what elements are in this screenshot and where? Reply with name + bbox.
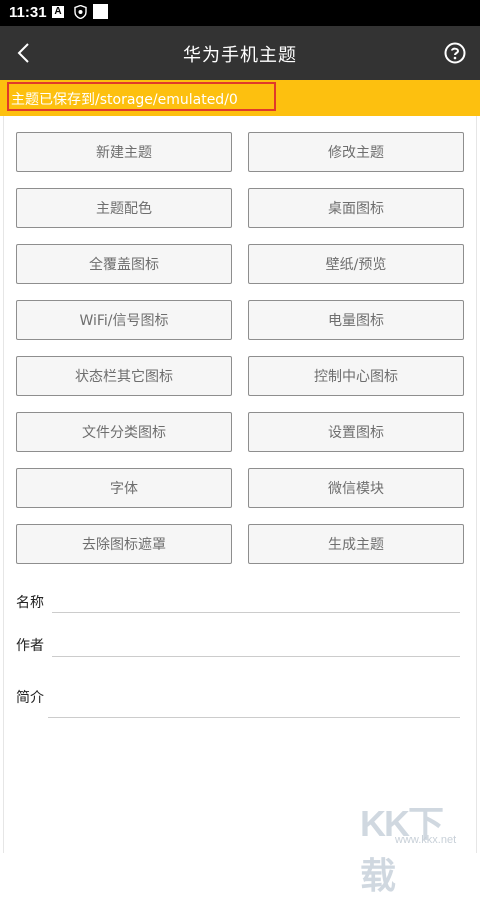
wechat-module-button[interactable]: 微信模块 [248,468,464,508]
notice-bar: 主题已保存到/storage/emulated/0 [0,80,480,116]
kk-download-watermark: KK下载 www.kkx.net [360,795,475,896]
full-cover-icons-button[interactable]: 全覆盖图标 [16,244,232,284]
author-input[interactable] [52,656,460,657]
wifi-signal-icons-button[interactable]: WiFi/信号图标 [16,300,232,340]
new-theme-button[interactable]: 新建主题 [16,132,232,172]
remove-icon-mask-button[interactable]: 去除图标遮罩 [16,524,232,564]
battery-icons-button[interactable]: 电量图标 [248,300,464,340]
notice-text: 主题已保存到/storage/emulated/0 [11,92,238,108]
desktop-icons-button[interactable]: 桌面图标 [248,188,464,228]
intro-input[interactable] [48,717,460,718]
theme-color-button[interactable]: 主题配色 [16,188,232,228]
statusbar-other-icons-button[interactable]: 状态栏其它图标 [16,356,232,396]
author-label: 作者 [16,638,44,654]
help-icon[interactable] [444,42,466,64]
edit-theme-button[interactable]: 修改主题 [248,132,464,172]
watermark-brand: KK下载 [360,803,444,896]
app-bar: 华为手机主题 [0,26,480,80]
name-label: 名称 [16,595,44,611]
generate-theme-button[interactable]: 生成主题 [248,524,464,564]
file-category-icons-button[interactable]: 文件分类图标 [16,412,232,452]
wallpaper-preview-button[interactable]: 壁纸/预览 [248,244,464,284]
font-button[interactable]: 字体 [16,468,232,508]
name-input[interactable] [52,612,460,613]
page-title: 华为手机主题 [183,45,297,66]
square-notification-icon [93,4,108,19]
status-time: 11:31 [9,4,47,21]
intro-label: 简介 [16,690,44,706]
watermark-url: www.kkx.net [395,834,457,846]
shield-icon [74,5,87,19]
notification-a-icon: A [52,6,64,18]
settings-icons-button[interactable]: 设置图标 [248,412,464,452]
status-bar: 11:31 A [0,0,480,26]
control-center-icons-button[interactable]: 控制中心图标 [248,356,464,396]
